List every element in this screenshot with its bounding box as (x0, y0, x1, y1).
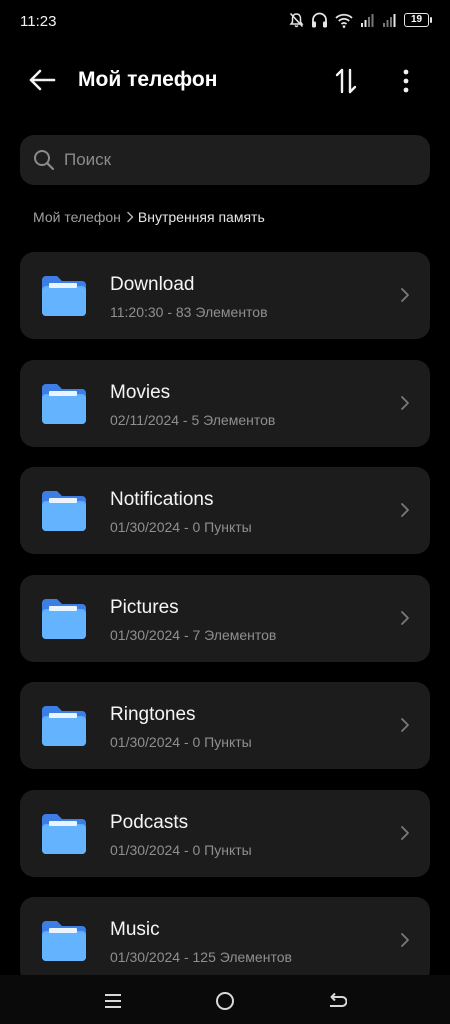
battery-level: 19 (404, 13, 429, 27)
breadcrumb-current: Внутренняя память (137, 209, 265, 225)
more-options-button[interactable] (394, 66, 418, 96)
menu-icon (105, 994, 121, 1008)
bell-off-icon (289, 12, 304, 28)
recent-apps-button[interactable] (101, 989, 125, 1013)
folder-name: Podcasts (110, 811, 189, 833)
status-bar: 11:23 19 (0, 0, 450, 44)
page-title: Мой телефон (78, 68, 218, 91)
folder-name: Notifications (110, 489, 214, 510)
chevron-right-icon (401, 395, 409, 410)
folder-meta: 01/30/2024 - 0 Пункты (110, 841, 252, 858)
folder-list-item[interactable]: Pictures 01/30/2024 - 7 Элементов (20, 574, 430, 662)
headphones-icon (312, 12, 327, 28)
folder-list: Download 11:20:30 - 83 Элементов Movies … (20, 252, 430, 1005)
status-time: 11:23 (20, 13, 57, 30)
folder-meta: 01/30/2024 - 0 Пункты (110, 519, 252, 535)
chevron-right-icon (401, 610, 409, 625)
arrow-left-icon (29, 69, 56, 91)
folder-list-item[interactable]: Notifications 01/30/2024 - 0 Пункты (20, 467, 430, 554)
folder-name: Music (110, 919, 160, 940)
folder-list-item[interactable]: Podcasts 01/30/2024 - 0 Пункты (20, 789, 430, 877)
signal-icon (361, 13, 374, 27)
folder-meta: 01/30/2024 - 7 Элементов (110, 626, 277, 643)
system-back-button[interactable] (325, 989, 349, 1013)
navigation-bar (0, 975, 450, 1024)
back-button[interactable] (26, 66, 58, 94)
battery-icon: 19 (404, 13, 432, 27)
folder-list-item[interactable]: Music 01/30/2024 - 125 Элементов (20, 897, 430, 984)
folder-name: Movies (110, 381, 171, 403)
search-box[interactable] (20, 135, 430, 185)
home-button[interactable] (213, 989, 237, 1013)
folder-icon (42, 706, 86, 746)
folder-name: Pictures (110, 596, 179, 618)
home-icon (216, 992, 234, 1010)
folder-icon (42, 598, 86, 639)
folder-icon (42, 383, 86, 424)
folder-icon (42, 921, 86, 961)
chevron-right-icon (401, 718, 409, 732)
chevron-right-icon (126, 211, 134, 223)
folder-icon (42, 276, 86, 316)
folder-meta: 01/30/2024 - 0 Пункты (110, 734, 252, 750)
sort-icon (335, 68, 357, 94)
search-icon (34, 150, 55, 171)
folder-name: Download (110, 274, 195, 295)
signal-icon (383, 13, 396, 27)
header: Мой телефон (0, 52, 450, 108)
sort-button[interactable] (330, 66, 362, 96)
wifi-icon (335, 13, 353, 28)
chevron-right-icon (401, 288, 409, 302)
chevron-right-icon (401, 825, 409, 840)
folder-list-item[interactable]: Ringtones 01/30/2024 - 0 Пункты (20, 682, 430, 769)
folder-list-item[interactable]: Movies 02/11/2024 - 5 Элементов (20, 359, 430, 447)
folder-icon (42, 813, 86, 854)
chevron-right-icon (401, 503, 409, 517)
battery-cap (430, 17, 432, 23)
status-icons: 19 (289, 12, 432, 28)
folder-icon (42, 491, 86, 531)
folder-name: Ringtones (110, 704, 196, 725)
folder-meta: 11:20:30 - 83 Элементов (110, 304, 268, 320)
breadcrumb: Мой телефон Внутренняя память (33, 209, 265, 225)
folder-list-item[interactable]: Download 11:20:30 - 83 Элементов (20, 252, 430, 339)
search-input[interactable] (64, 135, 414, 185)
folder-meta: 01/30/2024 - 125 Элементов (110, 949, 292, 965)
breadcrumb-root[interactable]: Мой телефон (33, 209, 121, 225)
screen: 11:23 19 Мой телефон Поиск Мой телефон В… (0, 0, 450, 1024)
chevron-right-icon (401, 933, 409, 947)
folder-meta: 02/11/2024 - 5 Элементов (110, 411, 276, 428)
more-vertical-icon (403, 69, 409, 93)
back-icon (330, 992, 347, 1007)
